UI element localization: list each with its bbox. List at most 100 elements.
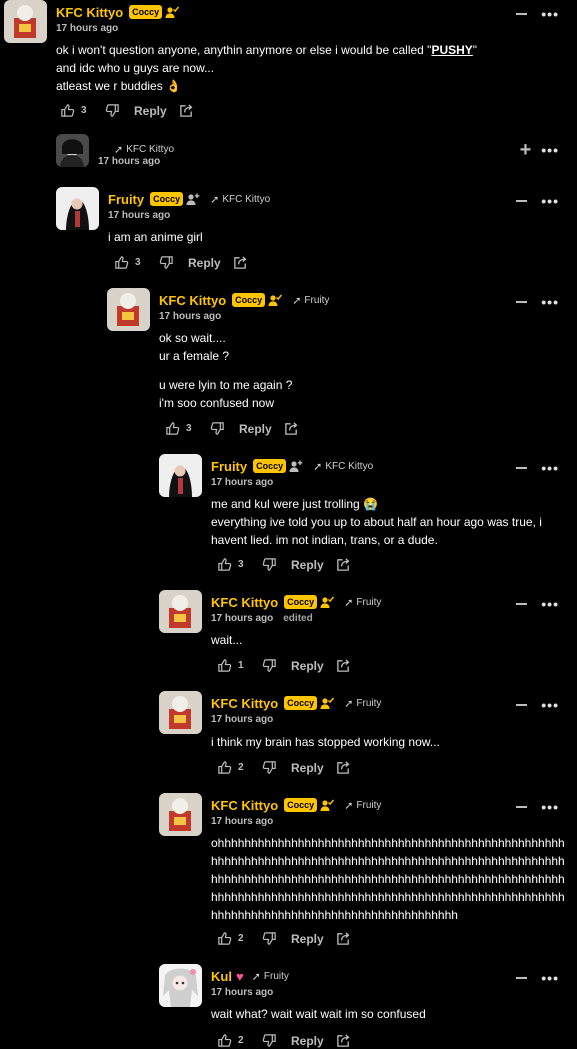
collapse-icon[interactable] [516,806,528,808]
more-options-icon[interactable]: ••• [541,193,559,209]
reply-to[interactable]: ➚ KFC Kittyo [313,460,373,473]
more-options-icon[interactable]: ••• [541,970,559,986]
author-name[interactable]: KFC Kittyo [159,293,226,308]
comment-body: ok i won't question anyone, anythin anym… [56,43,478,93]
reply-to[interactable]: ➚ KFC Kittyo [114,143,174,156]
avatar[interactable] [159,691,202,734]
thumbs-down-icon[interactable] [105,103,120,118]
like-count: 3 [81,105,87,116]
thumbs-down-icon[interactable] [159,255,174,270]
avatar[interactable] [159,964,202,1007]
share-icon[interactable] [336,557,351,572]
share-icon[interactable] [179,103,194,118]
more-options-icon[interactable]: ••• [541,697,559,713]
author-name[interactable]: KFC Kittyo [211,595,278,610]
reply-to[interactable]: ➚ Fruity [292,294,329,307]
comment-body: me and kul were just trolling 😭 everythi… [211,497,542,547]
author-name[interactable]: KFC Kittyo [211,798,278,813]
avatar[interactable] [159,454,202,497]
reply-arrow-icon: ➚ [210,193,220,206]
collapse-icon[interactable] [516,200,528,202]
thumbs-down-icon[interactable] [262,760,277,775]
reply-arrow-icon: ➚ [251,970,261,983]
collapsed-comment: ➚ KFC Kittyo 17 hours ago + ••• [56,134,577,174]
verified-user-icon [268,294,283,306]
thumbs-down-icon[interactable] [262,931,277,946]
reply-to[interactable]: ➚ KFC Kittyo [210,193,270,206]
like-count: 3 [186,423,192,434]
reply-to[interactable]: ➚ Fruity [344,697,381,710]
more-options-icon[interactable]: ••• [541,294,559,310]
collapse-icon[interactable] [516,603,528,605]
share-icon[interactable] [233,255,248,270]
reply-arrow-icon: ➚ [114,143,124,156]
comment: KFC Kittyo Coccy ➚ Fruity 17 hours ago i … [159,691,577,777]
like-count: 3 [238,559,244,570]
thumbs-down-icon[interactable] [262,658,277,673]
avatar[interactable] [159,793,202,836]
reply-button[interactable]: Reply [291,932,324,946]
thumbs-down-icon[interactable] [262,557,277,572]
like-count: 2 [238,1035,244,1046]
thumbs-up-icon[interactable] [114,255,129,270]
collapse-icon[interactable] [516,977,528,979]
reply-button[interactable]: Reply [239,422,272,436]
share-icon[interactable] [336,760,351,775]
thumbs-up-icon[interactable] [165,421,180,436]
reply-button[interactable]: Reply [188,256,221,270]
reply-button[interactable]: Reply [134,104,167,118]
heart-icon: ♥ [235,968,244,984]
reply-arrow-icon: ➚ [344,799,354,812]
collapse-icon[interactable] [516,13,528,15]
author-name[interactable]: KFC Kittyo [211,696,278,711]
more-options-icon[interactable]: ••• [541,799,559,815]
reply-arrow-icon: ➚ [313,460,323,473]
expand-icon[interactable]: + [520,140,532,160]
thumbs-up-icon[interactable] [217,1033,232,1048]
collapse-icon[interactable] [516,301,528,303]
avatar[interactable] [4,0,47,43]
timestamp: 17 hours ago [211,477,274,488]
avatar[interactable] [159,590,202,633]
add-friend-icon [186,193,200,205]
share-icon[interactable] [336,931,351,946]
thumbs-down-icon[interactable] [262,1033,277,1048]
reply-button[interactable]: Reply [291,761,324,775]
comment: Fruity Coccy ➚ KFC Kittyo 17 hours ago i … [56,187,577,272]
timestamp: 17 hours ago [56,23,119,34]
thumbs-up-icon[interactable] [217,760,232,775]
reply-to[interactable]: ➚ Fruity [344,799,381,812]
thumbs-up-icon[interactable] [217,931,232,946]
more-options-icon[interactable]: ••• [541,460,559,476]
role-badge: Coccy [150,192,184,206]
timestamp: 17 hours ago [159,311,222,322]
thumbs-up-icon[interactable] [60,103,75,118]
more-options-icon[interactable]: ••• [541,142,559,158]
reply-to[interactable]: ➚ Fruity [252,970,289,983]
thumbs-down-icon[interactable] [210,421,225,436]
avatar[interactable] [56,187,99,230]
role-badge: Coccy [284,798,318,812]
avatar[interactable] [107,288,150,331]
comment-body: wait what? wait wait wait im so confused [211,1007,426,1021]
share-icon[interactable] [284,421,299,436]
more-options-icon[interactable]: ••• [541,596,559,612]
share-icon[interactable] [336,1033,351,1048]
like-count: 3 [135,257,141,268]
collapse-icon[interactable] [516,467,528,469]
reply-to[interactable]: ➚ Fruity [344,596,381,609]
more-options-icon[interactable]: ••• [541,6,559,22]
thumbs-up-icon[interactable] [217,658,232,673]
author-name[interactable]: Fruity [108,192,144,207]
reply-button[interactable]: Reply [291,558,324,572]
reply-button[interactable]: Reply [291,659,324,673]
avatar[interactable] [56,134,89,167]
author-name[interactable]: Kul [211,969,232,984]
author-name[interactable]: KFC Kittyo [56,5,123,20]
reply-button[interactable]: Reply [291,1034,324,1048]
collapse-icon[interactable] [516,704,528,706]
author-name[interactable]: Fruity [211,459,247,474]
thumbs-up-icon[interactable] [217,557,232,572]
share-icon[interactable] [336,658,351,673]
verified-user-icon [320,799,335,811]
